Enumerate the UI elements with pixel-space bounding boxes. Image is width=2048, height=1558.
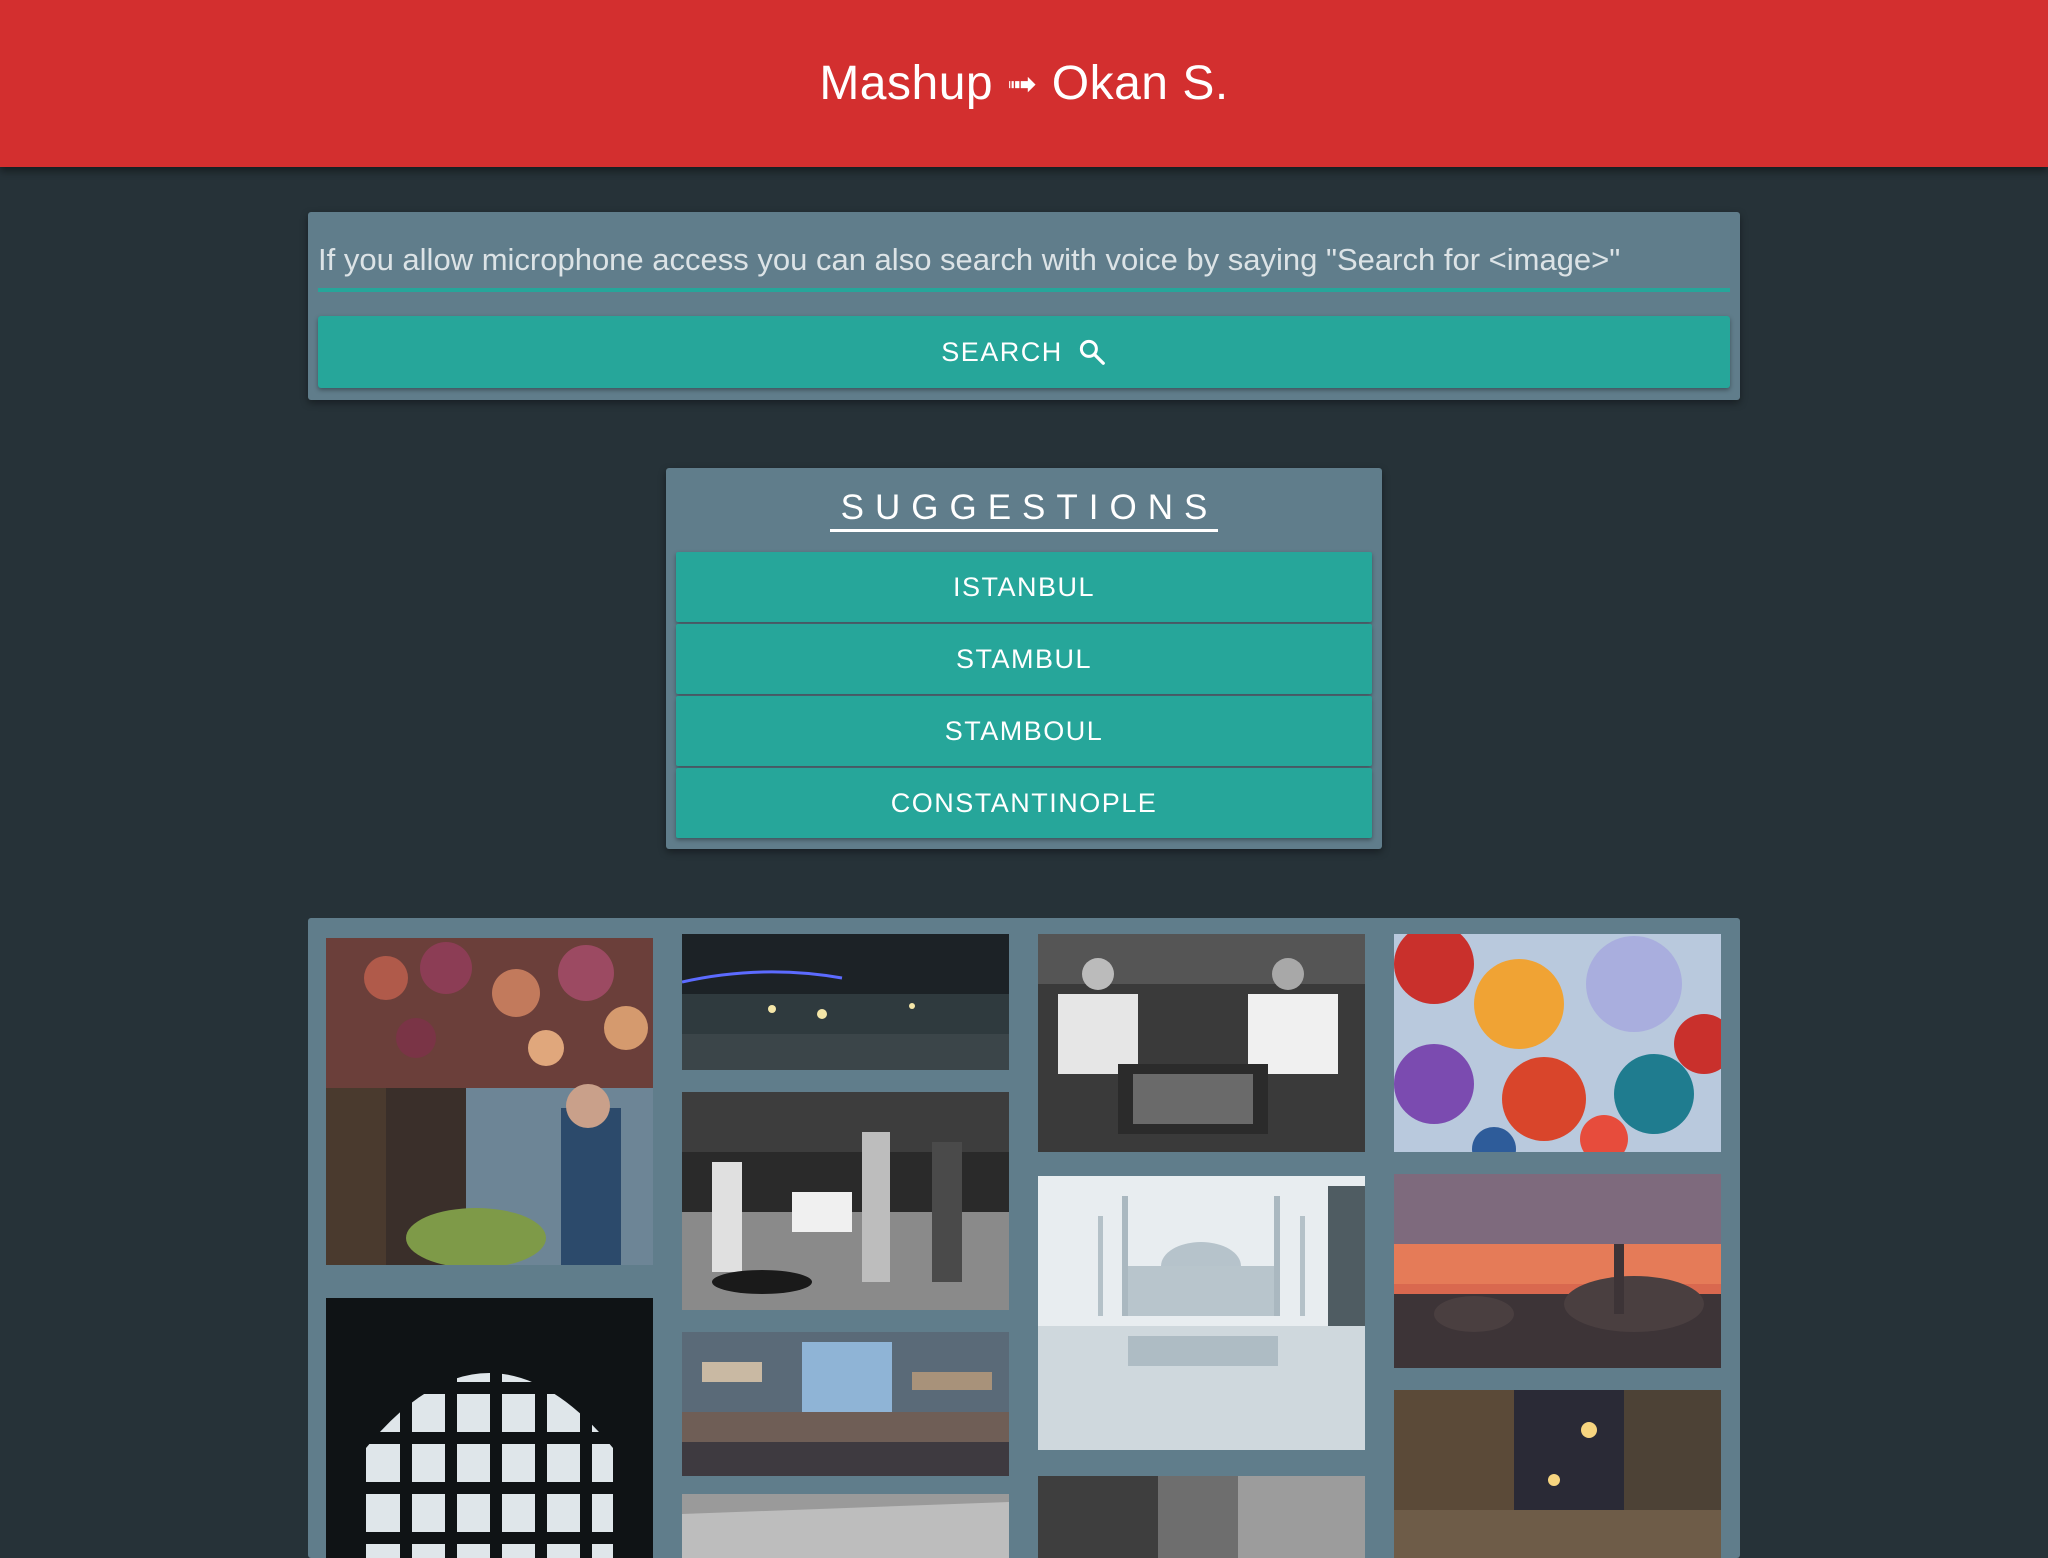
suggestion-constantinople[interactable]: CONSTANTINOPLE — [676, 768, 1372, 838]
gallery-photo-street-cafe[interactable] — [682, 1092, 1009, 1310]
suggestion-istanbul[interactable]: ISTANBUL — [676, 552, 1372, 622]
gallery-photo-night-street[interactable] — [1394, 1390, 1721, 1558]
app-title-right: Okan S. — [1051, 57, 1229, 110]
gallery-photo-sunset-domes[interactable] — [1394, 1174, 1721, 1368]
search-button[interactable]: SEARCH — [318, 316, 1730, 388]
suggestions-title-text: SUGGESTIONS — [829, 488, 1219, 532]
app-title: Mashup ➟ Okan S. — [819, 56, 1228, 111]
gallery-photo-blue-mosque[interactable] — [1038, 1176, 1365, 1450]
gallery-photo-backgammon[interactable] — [1038, 934, 1365, 1152]
suggestions-list: ISTANBUL STAMBUL STAMBOUL CONSTANTINOPLE — [676, 552, 1372, 840]
image-gallery — [308, 918, 1740, 1558]
gallery-photo-bosphorus-bridge[interactable] — [682, 934, 1009, 1070]
gallery-photo-window-grille[interactable] — [326, 1298, 653, 1558]
suggestion-stamboul[interactable]: STAMBOUL — [676, 696, 1372, 766]
app-bar: Mashup ➟ Okan S. — [0, 0, 2048, 167]
app-title-left: Mashup — [819, 57, 994, 110]
search-card: SEARCH — [308, 212, 1740, 400]
suggestion-stambul[interactable]: STAMBUL — [676, 624, 1372, 694]
gallery-photo-spice-market[interactable] — [326, 938, 653, 1265]
search-button-label: SEARCH — [941, 336, 1063, 367]
gallery-photo-narrow-street[interactable] — [1038, 1476, 1365, 1558]
suggestions-title: SUGGESTIONS — [666, 488, 1382, 532]
arrow-icon: ➟ — [1007, 62, 1038, 104]
suggestions-card: SUGGESTIONS ISTANBUL STAMBUL STAMBOUL CO… — [666, 468, 1382, 849]
search-icon — [1079, 339, 1105, 365]
gallery-photo-rooftops[interactable] — [682, 1494, 1009, 1558]
gallery-photo-umbrellas[interactable] — [1394, 934, 1721, 1152]
gallery-photo-bazaar-glitch[interactable] — [682, 1332, 1009, 1476]
search-input[interactable] — [318, 232, 1730, 292]
